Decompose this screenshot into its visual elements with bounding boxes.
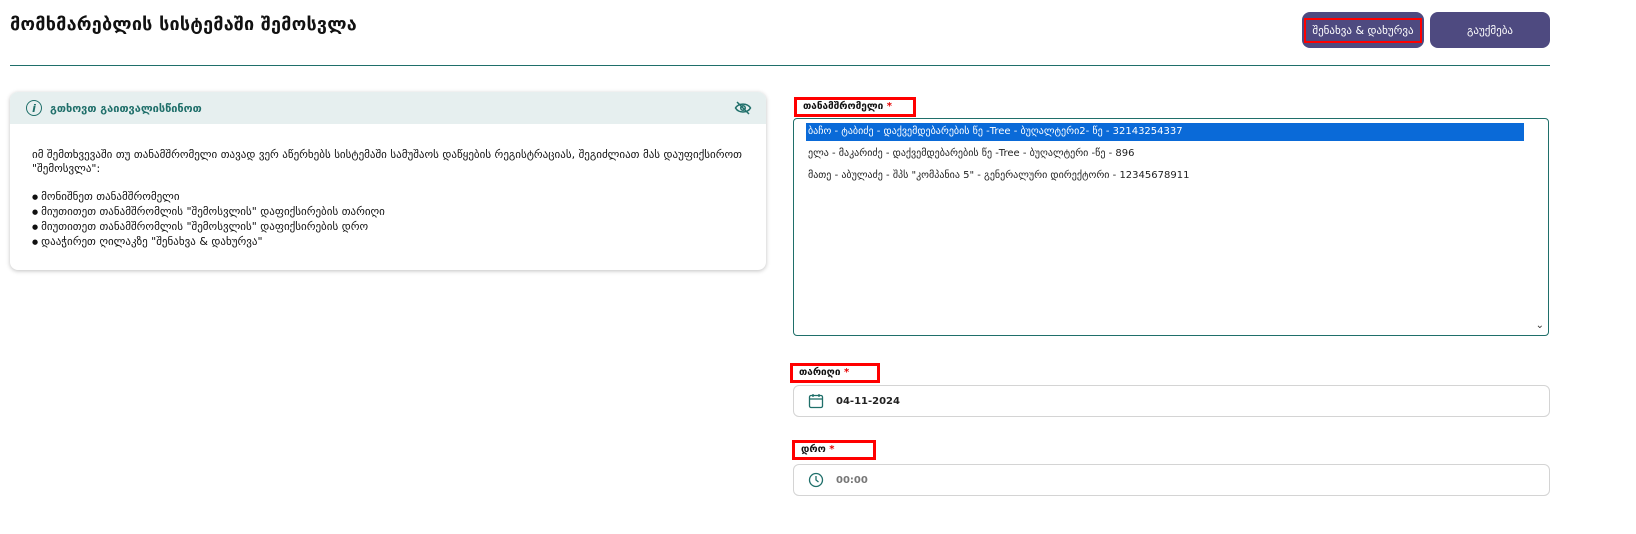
header-divider [10, 65, 1550, 66]
save-close-button[interactable]: შენახვა & დახურვა [1302, 12, 1424, 48]
eye-off-icon[interactable] [734, 101, 752, 115]
time-label: დრო * [792, 440, 876, 460]
employee-label-text: თანამშრომელი [803, 101, 884, 112]
date-input[interactable]: 04-11-2024 [793, 385, 1550, 417]
info-icon: i [26, 100, 42, 116]
page-title: მომხმარებლის სისტემაში შემოსვლა [10, 14, 357, 35]
employee-label: თანამშრომელი * [794, 97, 916, 117]
info-card-body: იმ შემთხვევაში თუ თანამშრომელი თავად ვერ… [10, 124, 766, 250]
chevron-down-icon[interactable]: ⌄ [1536, 320, 1544, 331]
employee-option[interactable]: ბაჩო - ტაბიძე - დაქვემდებარების წე -Tree… [806, 123, 1524, 141]
employee-option[interactable]: მათე - აბულაძე - შპს "კომპანია 5" - გენე… [806, 167, 1538, 185]
date-label: თარიღი * [790, 363, 880, 383]
cancel-button[interactable]: გაუქმება [1430, 12, 1550, 48]
employee-listbox[interactable]: ბაჩო - ტაბიძე - დაქვემდებარების წე -Tree… [793, 118, 1549, 336]
info-bullet: მონიშნეთ თანამშრომელი [32, 190, 744, 205]
required-mark: * [843, 367, 850, 378]
time-value: 00:00 [836, 474, 868, 486]
save-close-label: შენახვა & დახურვა [1304, 17, 1422, 43]
date-label-text: თარიღი [799, 367, 841, 378]
required-mark: * [829, 444, 835, 455]
info-bullet: დააჭირეთ ღილაკზე "შენახვა & დახურვა" [32, 235, 744, 250]
required-mark: * [886, 101, 892, 112]
info-card-title: გთხოვთ გაითვალისწინოთ [50, 101, 202, 115]
info-bullet: მიუთითეთ თანამშრომლის "შემოსვლის" დაფიქს… [32, 220, 744, 235]
time-label-text: დრო [801, 444, 826, 455]
date-value: 04-11-2024 [836, 395, 900, 407]
info-paragraph: იმ შემთხვევაში თუ თანამშრომელი თავად ვერ… [32, 148, 742, 175]
info-card: i გთხოვთ გაითვალისწინოთ იმ შემთხვევაში თ… [10, 92, 766, 270]
calendar-icon [808, 394, 824, 409]
info-card-header: i გთხოვთ გაითვალისწინოთ [10, 92, 766, 124]
info-bullet-list: მონიშნეთ თანამშრომელი მიუთითეთ თანამშრომ… [32, 190, 744, 250]
info-bullet: მიუთითეთ თანამშრომლის "შემოსვლის" დაფიქს… [32, 205, 744, 220]
employee-option[interactable]: ელა - მაკარიძე - დაქვემდებარების წე -Tre… [806, 145, 1538, 163]
clock-icon [808, 472, 824, 488]
time-input[interactable]: 00:00 [793, 464, 1550, 496]
